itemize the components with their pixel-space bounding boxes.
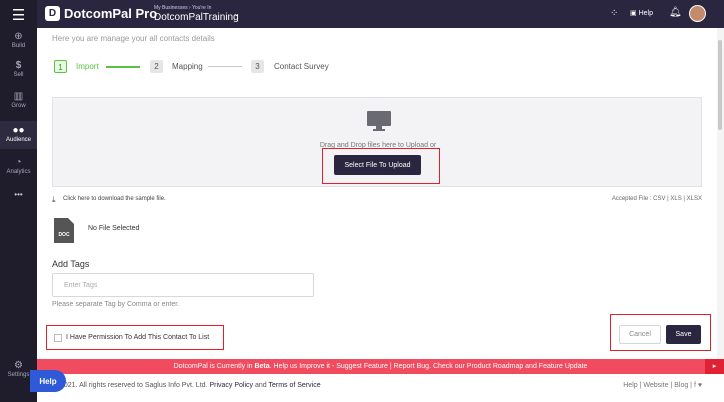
business-breadcrumb: My Businesses › You're In: [154, 5, 212, 11]
step-1-number[interactable]: 1: [54, 60, 67, 73]
file-status: No File Selected: [88, 225, 140, 232]
page-subtitle: Here you are manage your all contacts de…: [52, 34, 215, 43]
monitor-icon: [367, 111, 391, 131]
sidebar-item-grow[interactable]: ▥ Grow: [0, 91, 37, 109]
sidebar: ☰ ⊕ Build $ Sell ▥ Grow ●● Audience ◔ An…: [0, 0, 37, 402]
step-3-number[interactable]: 3: [251, 60, 264, 73]
permission-checkbox[interactable]: [54, 334, 62, 342]
step-connector-2: [208, 66, 242, 67]
beta-text-after[interactable]: . Help us Improve it - Suggest Feature |…: [270, 363, 588, 370]
download-icon[interactable]: ⤓: [52, 195, 56, 205]
footer-copyright: 2021. All rights reserved to Saglus Info…: [60, 382, 321, 389]
beta-word: Beta: [254, 363, 270, 370]
terms-link[interactable]: Terms of Service: [268, 382, 320, 389]
document-icon-label: DOC: [58, 232, 70, 238]
beta-bar-arrow-icon[interactable]: ▸: [705, 359, 724, 374]
top-bar: D DotcomPal Pro My Businesses › You're I…: [37, 0, 724, 28]
footer-links[interactable]: Help | Website | Blog | f ♥: [560, 382, 702, 389]
sidebar-item-label: Analytics: [6, 169, 31, 175]
sidebar-item-label: Build: [11, 43, 26, 49]
step-3-label[interactable]: Contact Survey: [274, 62, 329, 71]
sidebar-item-sell[interactable]: $ Sell: [0, 60, 37, 78]
step-2-number[interactable]: 2: [150, 60, 163, 73]
help-button[interactable]: ▣ Help: [630, 9, 653, 17]
beta-notice-bar: DotcomPal is Currently in Beta. Help us …: [37, 359, 724, 374]
highlight-box-select-file: [322, 148, 440, 184]
app-name: DotcomPal Pro: [64, 6, 158, 21]
sidebar-item-label: Sell: [13, 72, 24, 78]
privacy-link[interactable]: Privacy Policy: [209, 382, 253, 389]
chevron-down-icon[interactable]: ⌄: [233, 9, 240, 18]
footer-and: and: [254, 382, 267, 389]
sidebar-item-build[interactable]: ⊕ Build: [0, 31, 37, 49]
pie-chart-icon: ◔: [15, 157, 22, 168]
step-connector-1: [106, 66, 140, 68]
save-button[interactable]: Save: [666, 325, 701, 344]
sidebar-more[interactable]: •••: [0, 190, 37, 199]
bar-chart-icon: ▥: [13, 91, 24, 102]
business-selector[interactable]: DotcomPalTraining: [154, 12, 239, 23]
avatar[interactable]: [689, 5, 706, 22]
document-icon: DOC: [54, 218, 74, 243]
logo-icon: D: [45, 6, 60, 21]
step-2-label[interactable]: Mapping: [172, 62, 203, 71]
accepted-file-types: Accepted File : CSV | XLS | XLSX: [611, 196, 702, 202]
tags-input[interactable]: [52, 273, 314, 297]
hamburger-icon[interactable]: ☰: [0, 6, 37, 24]
dollar-icon: $: [15, 60, 22, 71]
plus-circle-icon: ⊕: [14, 31, 23, 42]
cancel-button[interactable]: Cancel: [619, 325, 661, 344]
tags-hint: Please separate Tag by Comma or enter.: [52, 301, 180, 308]
copyright-text: 2021. All rights reserved to Saglus Info…: [60, 382, 208, 389]
apps-grid-icon[interactable]: ⁘: [610, 8, 618, 19]
help-label: Help: [638, 10, 653, 17]
sidebar-item-label: Audience: [5, 137, 32, 143]
scrollbar-thumb[interactable]: [718, 40, 722, 130]
add-tags-label: Add Tags: [52, 259, 90, 269]
sidebar-item-label: Grow: [11, 103, 26, 109]
sidebar-item-audience[interactable]: ●● Audience: [0, 121, 37, 149]
chat-icon: ▣: [630, 10, 637, 17]
more-icon: •••: [14, 190, 23, 199]
step-1-label[interactable]: Import: [76, 62, 99, 71]
download-sample-link[interactable]: Click here to download the sample file.: [63, 196, 166, 202]
bell-icon[interactable]: 🔔︎: [669, 7, 682, 18]
help-widget-button[interactable]: Help: [30, 370, 66, 392]
permission-label[interactable]: I Have Permission To Add This Contact To…: [66, 334, 209, 341]
beta-text-before: DotcomPal is Currently in: [173, 363, 255, 370]
users-icon: ●●: [12, 125, 25, 136]
sidebar-item-label: Settings: [7, 372, 30, 378]
sidebar-item-analytics[interactable]: ◔ Analytics: [0, 157, 37, 175]
